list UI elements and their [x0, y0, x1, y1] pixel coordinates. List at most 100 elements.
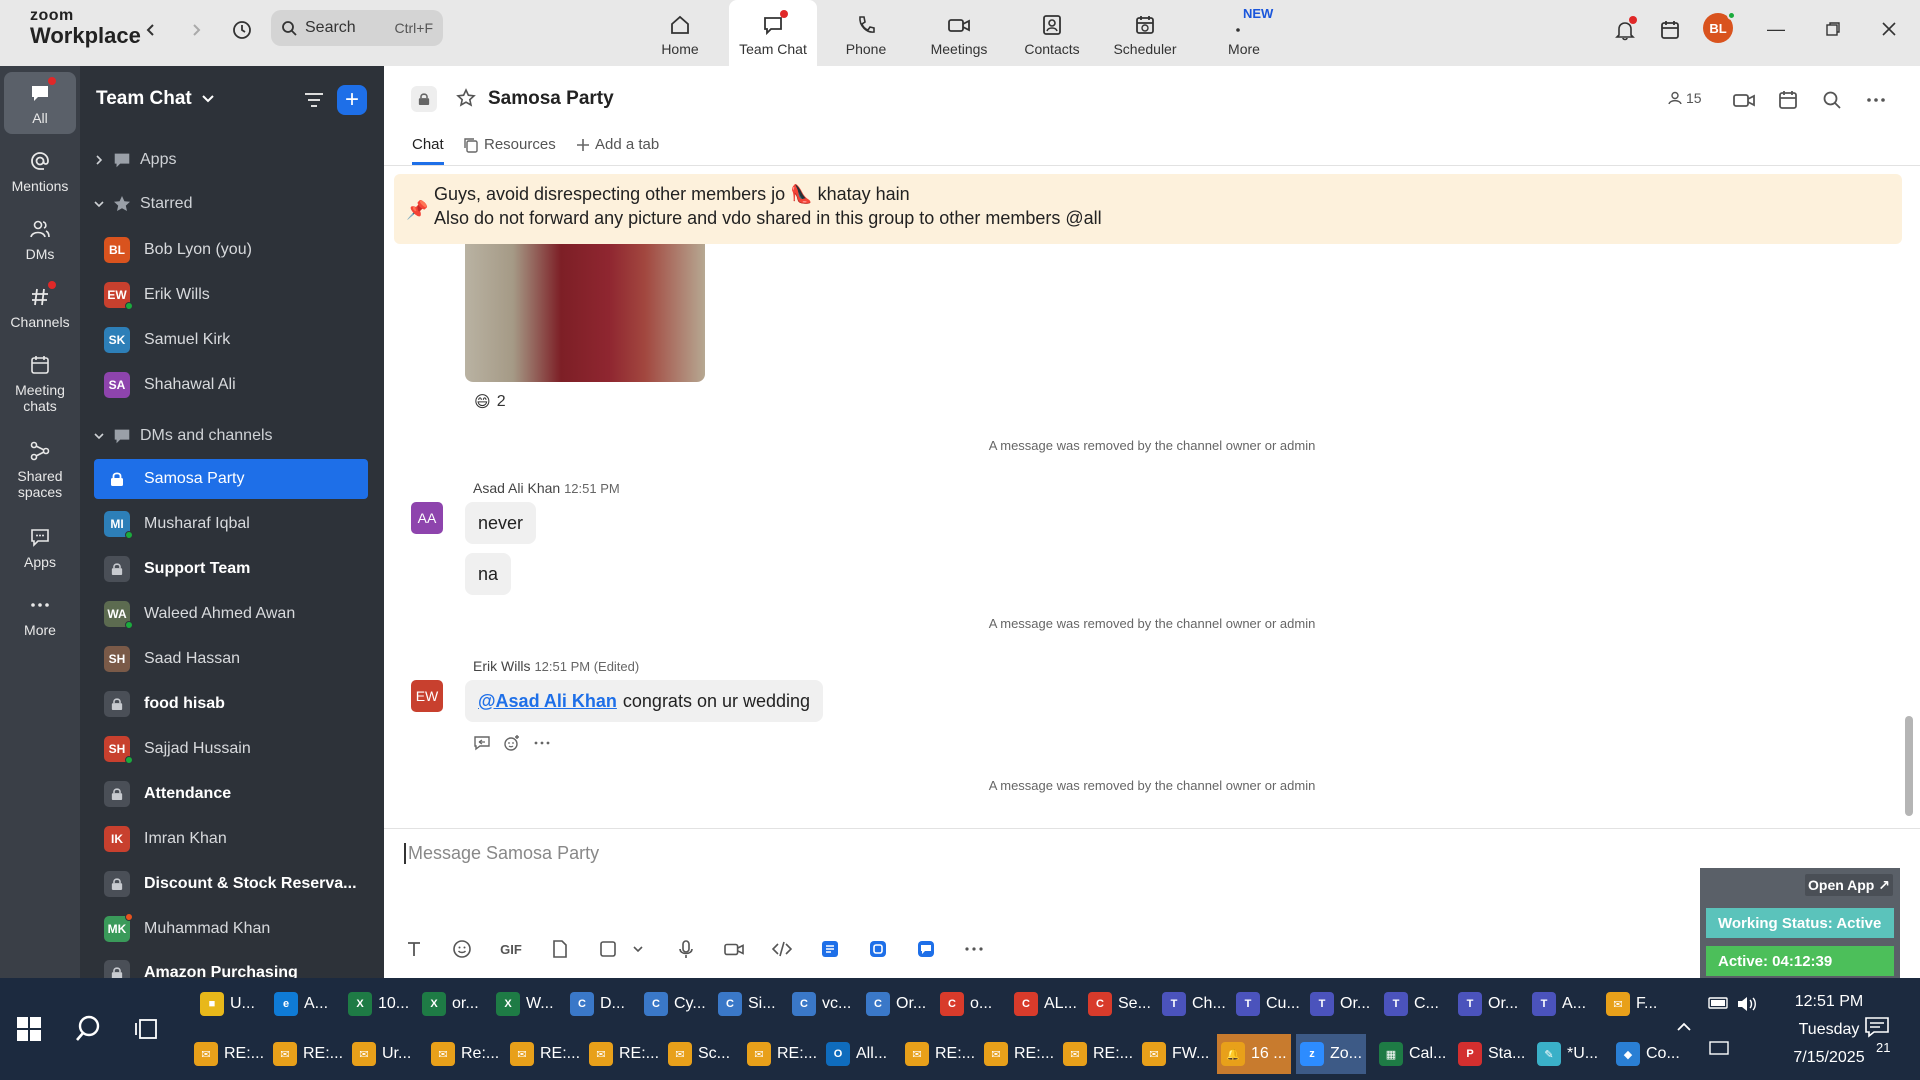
search-icon[interactable]	[1818, 86, 1846, 114]
calendar-icon[interactable]	[1774, 86, 1802, 114]
taskbar-app-button[interactable]: C AL...	[1010, 984, 1081, 1024]
sidebar-title-dropdown[interactable]: Team Chat	[96, 88, 214, 110]
taskbar-app-button[interactable]: T Cu...	[1232, 984, 1304, 1024]
taskbar-app-button[interactable]: ✎ *U...	[1533, 1034, 1602, 1074]
taskbar-app-button[interactable]: ✉ RE:...	[980, 1034, 1058, 1074]
taskbar-app-button[interactable]: ✉ F...	[1602, 984, 1661, 1024]
message-author[interactable]: Asad Ali Khan	[473, 480, 560, 496]
taskbar-app-button[interactable]: O All...	[822, 1034, 891, 1074]
minimize-icon[interactable]: —	[1761, 14, 1791, 44]
message-bubble[interactable]: @Asad Ali Khan congrats on ur wedding	[465, 680, 824, 722]
sidebar-item-samuel-kirk[interactable]: SK Samuel Kirk	[94, 320, 368, 360]
taskbar-app-button[interactable]: X 10...	[344, 984, 413, 1024]
battery-icon[interactable]	[1708, 996, 1730, 1015]
taskbar-app-button[interactable]: C D...	[566, 984, 629, 1024]
network-icon[interactable]	[1708, 1040, 1730, 1061]
sidebar-item-imran-khan[interactable]: IK Imran Khan	[94, 819, 368, 859]
chevron-up-icon[interactable]	[1676, 1018, 1692, 1036]
rail-dms[interactable]: DMs	[4, 216, 76, 262]
taskbar-app-button[interactable]: T Or...	[1454, 984, 1522, 1024]
taskbar-app-button[interactable]: ◆ Co...	[1612, 1034, 1684, 1074]
message-author[interactable]: Erik Wills	[473, 658, 531, 674]
avatar[interactable]: EW	[411, 680, 443, 712]
chevron-down-icon[interactable]	[626, 937, 650, 961]
taskbar-app-button[interactable]: T C...	[1380, 984, 1443, 1024]
calendar-icon[interactable]	[1656, 16, 1684, 44]
sidebar-item-waleed-ahmed-awan[interactable]: WA Waleed Ahmed Awan	[94, 594, 368, 634]
taskbar-app-button[interactable]: T Ch...	[1158, 984, 1230, 1024]
taskbar-app-button[interactable]: T A...	[1528, 984, 1590, 1024]
sidebar-item-erik-wills[interactable]: EW Erik Wills	[94, 275, 368, 315]
page-title[interactable]: Samosa Party	[488, 88, 614, 110]
rail-apps[interactable]: Apps	[4, 524, 76, 570]
pinned-message[interactable]: 📌 Guys, avoid disrespecting other member…	[394, 174, 1902, 244]
rail-more[interactable]: More	[4, 592, 76, 638]
history-icon[interactable]	[228, 16, 256, 44]
new-chat-button[interactable]: +	[337, 85, 367, 115]
restore-icon[interactable]	[1818, 14, 1848, 44]
taskbar-app-button[interactable]: Xor...	[418, 984, 483, 1024]
app-whiteboard-icon[interactable]	[866, 937, 890, 961]
nav-home[interactable]: Home	[636, 0, 724, 66]
gif-icon[interactable]: GIF	[498, 937, 524, 961]
search-icon[interactable]	[74, 1014, 104, 1044]
taskbar-app-button[interactable]: ✉ RE:...	[901, 1034, 979, 1074]
reply-icon[interactable]	[473, 734, 491, 757]
avatar[interactable]: AA	[411, 502, 443, 534]
app-doc-icon[interactable]	[818, 937, 842, 961]
sidebar-item-bob-lyon[interactable]: BL Bob Lyon (you)	[94, 230, 368, 270]
section-apps[interactable]: Apps	[94, 150, 176, 170]
taskbar-app-button[interactable]: ▦ Cal...	[1375, 1034, 1450, 1074]
screenshot-icon[interactable]	[596, 937, 620, 961]
scrollbar[interactable]	[1905, 716, 1913, 816]
tab-chat[interactable]: Chat	[412, 136, 444, 153]
open-app-button[interactable]: Open App ↗	[1805, 874, 1893, 896]
video-icon[interactable]	[1730, 86, 1758, 114]
taskbar-app-button[interactable]: ■ U...	[196, 984, 259, 1024]
sidebar-item-attendance[interactable]: Attendance	[94, 774, 368, 814]
mention-link[interactable]: @Asad Ali Khan	[478, 691, 617, 712]
nav-scheduler[interactable]: Scheduler	[1101, 0, 1189, 66]
message-bubble[interactable]: never	[465, 502, 537, 544]
message-input[interactable]: Message Samosa Party	[404, 843, 599, 864]
taskbar-app-button[interactable]: ✉ FW...	[1138, 1034, 1213, 1074]
taskbar-app-button[interactable]: C Si...	[714, 984, 780, 1024]
rail-mentions[interactable]: Mentions	[4, 148, 76, 194]
sidebar-item-support-team[interactable]: Support Team	[94, 549, 368, 589]
taskbar-app-button[interactable]: Co...	[936, 984, 996, 1024]
more-options-icon[interactable]	[962, 937, 986, 961]
taskbar-app-button[interactable]: T Or...	[1306, 984, 1374, 1024]
rail-all[interactable]: All	[4, 72, 76, 135]
rail-channels[interactable]: Channels	[4, 281, 76, 330]
taskbar-app-button[interactable]: ✉ RE:...	[1059, 1034, 1137, 1074]
forward-arrow-icon[interactable]	[182, 16, 210, 44]
taskbar-app-button[interactable]: C Se...	[1084, 984, 1155, 1024]
bell-icon[interactable]	[1611, 16, 1639, 44]
sidebar-item-shahawal-ali[interactable]: SA Shahawal Ali	[94, 365, 368, 405]
taskbar-app-button[interactable]: z Zo...	[1296, 1034, 1367, 1074]
taskbar-app-button[interactable]: C Cy...	[640, 984, 710, 1024]
back-arrow-icon[interactable]	[137, 16, 165, 44]
taskbar-app-button[interactable]: X W...	[492, 984, 558, 1024]
sidebar-item-samosa-party[interactable]: Samosa Party	[94, 459, 368, 499]
taskbar-app-button[interactable]: ✉ Re:...	[427, 1034, 503, 1074]
app-chat-icon[interactable]	[914, 937, 938, 961]
shared-image[interactable]	[465, 244, 705, 382]
rail-shared-spaces[interactable]: Shared spaces	[4, 438, 76, 500]
star-icon[interactable]	[456, 88, 476, 114]
search-input[interactable]: Search Ctrl+F	[271, 10, 443, 46]
sidebar-item-food-hisab[interactable]: food hisab	[94, 684, 368, 724]
taskbar-app-button[interactable]: P Sta...	[1454, 1034, 1529, 1074]
nav-team-chat[interactable]: Team Chat	[729, 0, 817, 66]
ellipsis-icon[interactable]	[1862, 86, 1890, 114]
sidebar-item-discount-stock[interactable]: Discount & Stock Reserva...	[94, 864, 368, 904]
more-actions-icon[interactable]	[533, 734, 551, 757]
add-tab-button[interactable]: Add a tab	[576, 136, 659, 153]
sidebar-item-sajjad-hussain[interactable]: SH Sajjad Hussain	[94, 729, 368, 769]
add-reaction-icon[interactable]	[503, 734, 521, 757]
reaction-chip[interactable]: 😄 2	[474, 392, 506, 412]
sidebar-item-musharaf-iqbal[interactable]: MI Musharaf Iqbal	[94, 504, 368, 544]
section-starred[interactable]: Starred	[94, 194, 192, 214]
taskbar-app-button[interactable]: ✉ RE:...	[506, 1034, 584, 1074]
active-timer[interactable]: Active: 04:12:39	[1706, 946, 1894, 976]
